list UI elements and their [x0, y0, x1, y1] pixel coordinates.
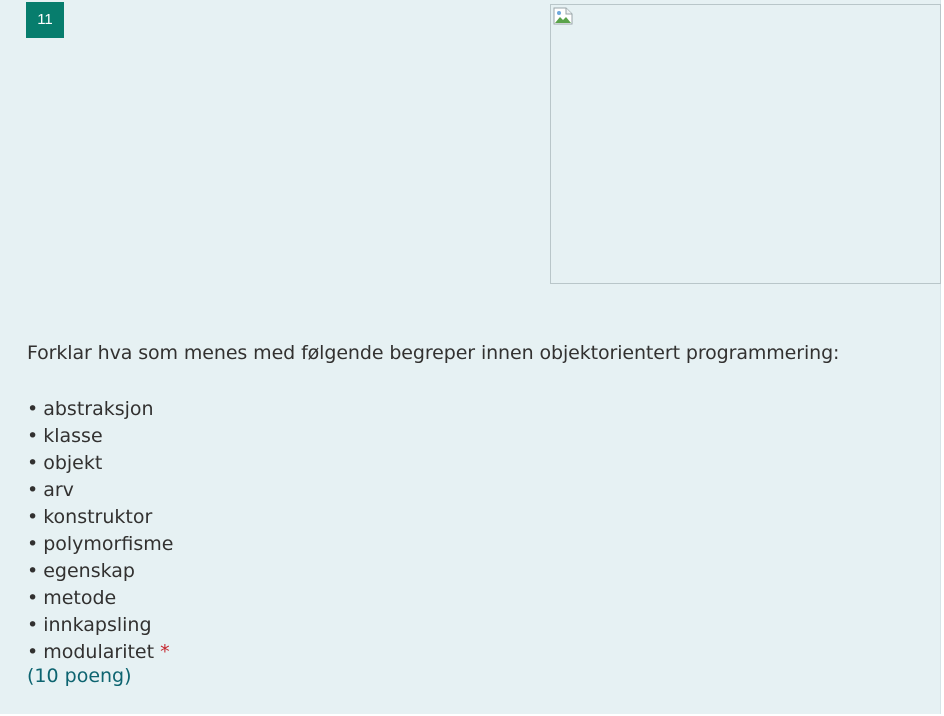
bullet: • — [27, 533, 39, 555]
bullet: • — [27, 587, 39, 609]
required-marker: * — [160, 641, 170, 663]
term-label: polymorfisme — [43, 533, 174, 555]
terms-list: • abstraksjon • klasse • objekt • arv • konst… — [27, 396, 173, 666]
term-label: klasse — [43, 425, 103, 447]
list-item: • innkapsling — [27, 612, 173, 639]
term-label: konstruktor — [43, 506, 153, 528]
term-label: metode — [43, 587, 117, 609]
bullet: • — [27, 479, 39, 501]
bullet: • — [27, 641, 39, 663]
question-prompt: Forklar hva som menes med følgende begre… — [27, 342, 840, 364]
list-item: • abstraksjon — [27, 396, 173, 423]
term-label: arv — [43, 479, 74, 501]
term-label: egenskap — [43, 560, 135, 582]
points-label: (10 poeng) — [27, 665, 132, 687]
term-label: abstraksjon — [43, 398, 154, 420]
question-number-badge: 11 — [26, 2, 64, 38]
list-item: • klasse — [27, 423, 173, 450]
question-image — [550, 4, 941, 284]
list-item: • modularitet * — [27, 639, 173, 666]
broken-image-icon — [553, 7, 573, 25]
term-label: modularitet — [43, 641, 155, 663]
term-label: innkapsling — [43, 614, 152, 636]
list-item: • objekt — [27, 450, 173, 477]
bullet: • — [27, 452, 39, 474]
list-item: • polymorfisme — [27, 531, 173, 558]
term-label: objekt — [43, 452, 103, 474]
bullet: • — [27, 560, 39, 582]
bullet: • — [27, 506, 39, 528]
question-card: 11 Forklar hva som menes med følgende be… — [0, 0, 941, 714]
list-item: • egenskap — [27, 558, 173, 585]
bullet: • — [27, 614, 39, 636]
bullet: • — [27, 425, 39, 447]
list-item: • arv — [27, 477, 173, 504]
list-item: • konstruktor — [27, 504, 173, 531]
list-item: • metode — [27, 585, 173, 612]
bullet: • — [27, 398, 39, 420]
